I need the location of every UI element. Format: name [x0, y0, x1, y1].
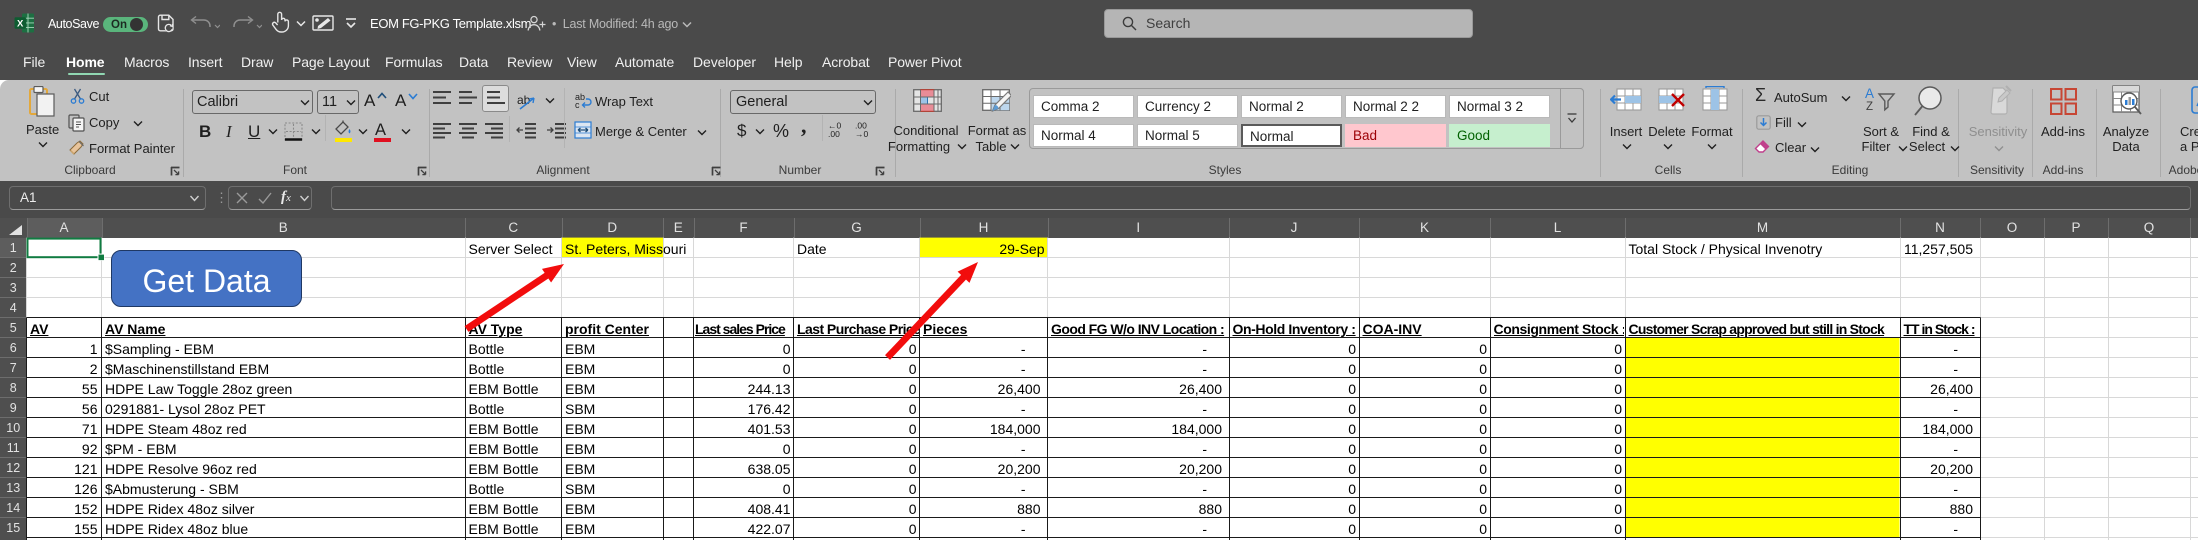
svg-text:A: A	[1865, 86, 1874, 101]
svg-text:Z: Z	[1866, 101, 1873, 112]
svg-text:ab: ab	[517, 93, 531, 107]
svg-text:c: c	[575, 100, 580, 109]
svg-text:→0: →0	[855, 129, 869, 138]
svg-text:.00: .00	[828, 129, 840, 138]
